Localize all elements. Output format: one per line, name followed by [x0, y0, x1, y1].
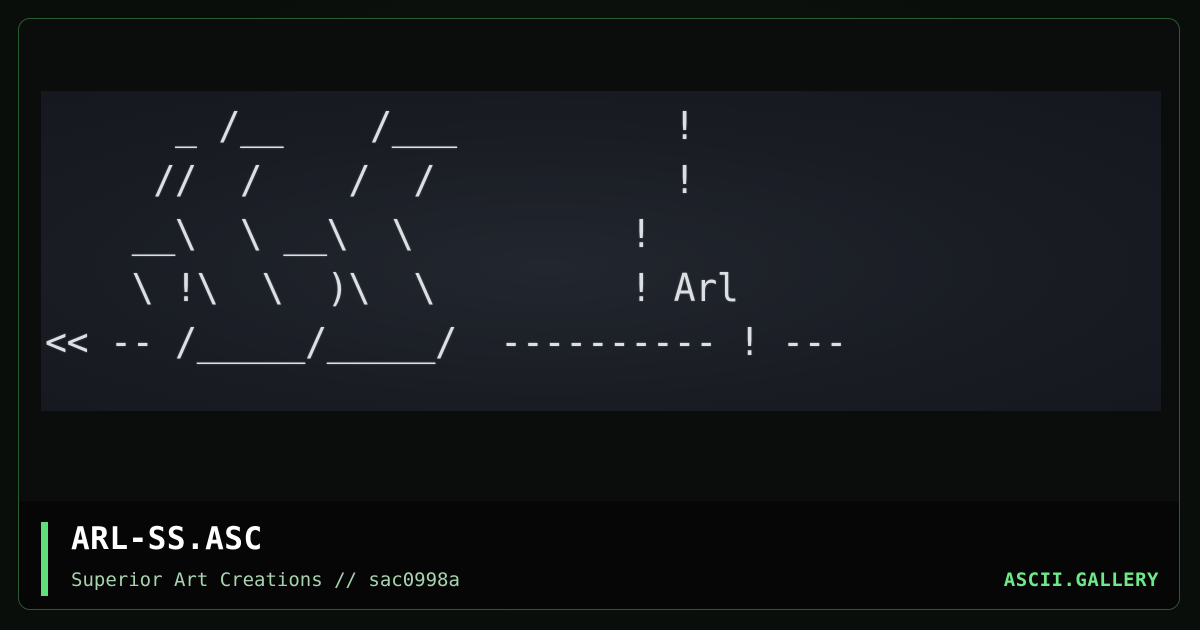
- card-frame: _ /__ /___ ! // / / / ! __\ \ __\ \ ! \ …: [18, 18, 1180, 610]
- ascii-art-line: << -- /_____/_____/ ---------- ! ---: [45, 320, 847, 364]
- ascii-art-line: \ !\ \ )\ \ ! Arl: [131, 266, 739, 310]
- accent-bar: [41, 522, 48, 596]
- ascii-art-line: __\ \ __\ \ !: [131, 212, 653, 256]
- brand-link[interactable]: ASCII.GALLERY: [1004, 569, 1159, 591]
- ascii-art-line: // / / / !: [153, 158, 696, 202]
- footer-bar: ARL-SS.ASC Superior Art Creations // sac…: [19, 501, 1179, 609]
- ascii-art: _ /__ /___ ! // / / / ! __\ \ __\ \ ! \ …: [45, 91, 847, 369]
- page: _ /__ /___ ! // / / / ! __\ \ __\ \ ! \ …: [0, 0, 1200, 630]
- file-subtitle: Superior Art Creations // sac0998a: [71, 569, 460, 591]
- ascii-art-line: _ /__ /___ !: [175, 104, 696, 148]
- file-title: ARL-SS.ASC: [71, 521, 263, 557]
- ascii-art-panel: _ /__ /___ ! // / / / ! __\ \ __\ \ ! \ …: [41, 91, 1161, 411]
